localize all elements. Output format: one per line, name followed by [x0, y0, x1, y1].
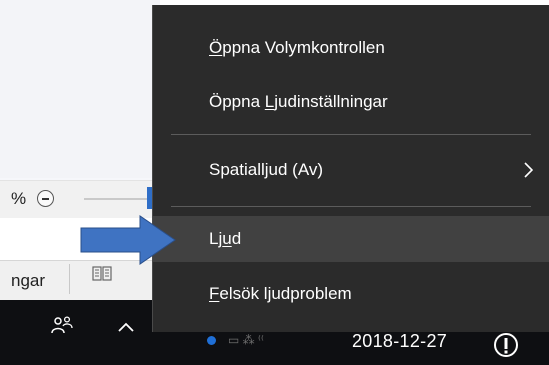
clock-date[interactable]: 2018-12-27 [352, 331, 447, 352]
tray-app-icon[interactable] [207, 336, 216, 345]
sound-context-menu: Öppna Volymkontrollen Öppna Ljudinställn… [152, 5, 549, 332]
menu-item-sounds[interactable]: Ljud [153, 216, 549, 262]
content-area [0, 0, 160, 180]
menu-divider [171, 134, 531, 135]
menu-item-open-volume-mixer[interactable]: Öppna Volymkontrollen [153, 25, 549, 71]
people-icon[interactable] [51, 316, 73, 334]
zoom-percent-label: % [11, 189, 27, 208]
menu-item-spatial-sound[interactable]: Spatialljud (Av) [153, 147, 549, 193]
zoom-slider-track[interactable] [84, 198, 154, 200]
chevron-right-icon [524, 162, 533, 178]
zoom-out-icon[interactable] [37, 190, 54, 207]
tray-faint-icons: ▭ ⁂ ⁽⁽ [228, 333, 264, 347]
annotation-arrow-icon [80, 215, 176, 265]
menu-item-open-sound-settings[interactable]: Öppna Ljudinställningar [153, 79, 549, 125]
menu-item-troubleshoot-sound[interactable]: Felsök ljudproblem [153, 271, 549, 317]
status-text: ngar [11, 271, 46, 290]
read-mode-icon[interactable] [92, 266, 112, 282]
menu-divider [171, 206, 531, 207]
status-divider [69, 264, 70, 294]
chevron-up-icon[interactable] [118, 322, 134, 332]
action-center-icon[interactable] [491, 330, 521, 360]
